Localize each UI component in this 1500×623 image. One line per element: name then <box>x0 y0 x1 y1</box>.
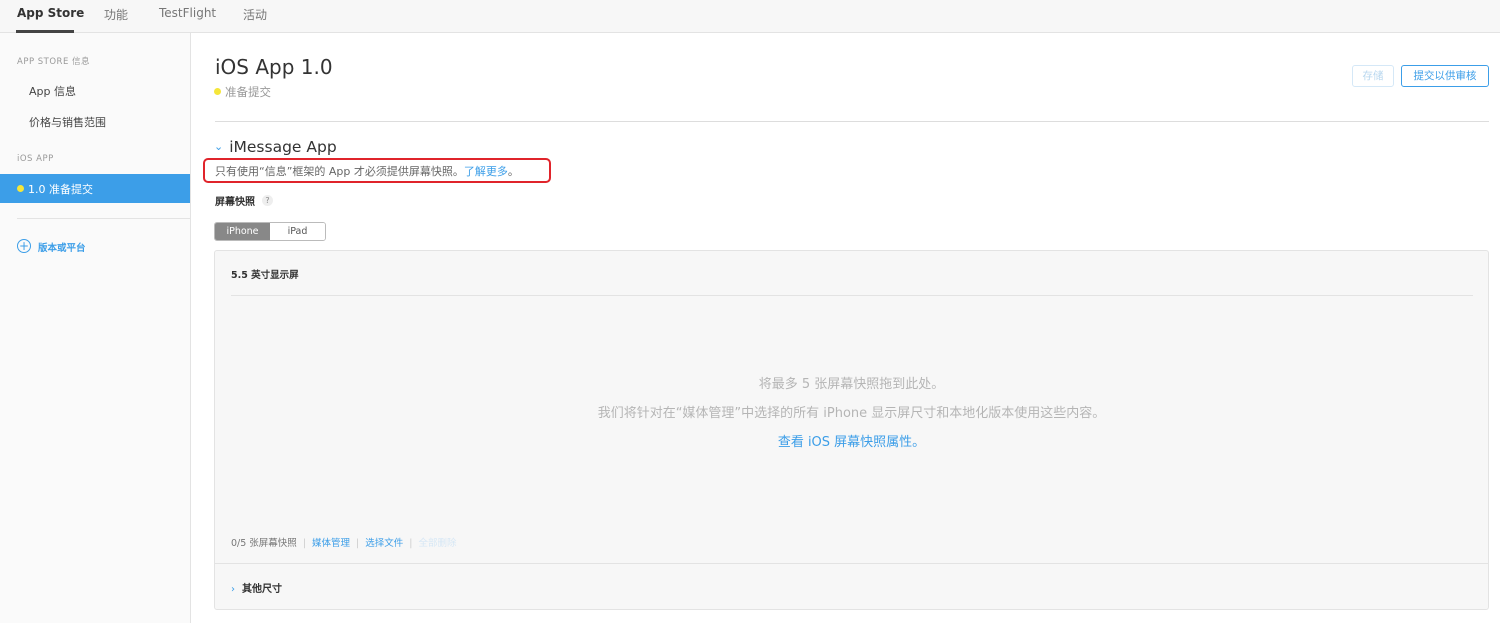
tab-features[interactable]: 功能 <box>104 6 128 23</box>
tab-activity[interactable]: 活动 <box>243 6 267 23</box>
section-toggle-imessage[interactable]: ⌄ iMessage App <box>214 138 337 156</box>
panel-divider <box>231 295 1473 296</box>
other-sizes-label: 其他尺寸 <box>242 584 282 595</box>
panel-title: 5.5 英寸显示屏 <box>231 270 299 281</box>
drop-hint-line2: 我们将针对在“媒体管理”中选择的所有 iPhone 显示屏尺寸和本地化版本使用这… <box>597 406 1106 421</box>
sidebar: APP STORE 信息 App 信息 价格与销售范围 iOS APP 1.0 … <box>0 33 191 623</box>
save-button[interactable]: 存储 <box>1352 65 1394 87</box>
chevron-right-icon: › <box>231 584 235 595</box>
top-nav: App Store 功能 TestFlight 活动 <box>0 0 1500 33</box>
other-sizes-toggle[interactable]: › 其他尺寸 <box>231 580 282 595</box>
notice-period: 。 <box>507 165 519 178</box>
sidebar-section-app-store: APP STORE 信息 <box>17 57 91 67</box>
tab-app-store[interactable]: App Store <box>17 6 84 20</box>
screenshot-properties-link[interactable]: 查看 iOS 屏幕快照属性。 <box>214 431 1489 450</box>
sidebar-item-pricing[interactable]: 价格与销售范围 <box>29 114 106 130</box>
tab-ipad[interactable]: iPad <box>270 223 325 240</box>
screenshot-count: 0/5 张屏幕快照 <box>231 538 297 549</box>
status-text: 准备提交 <box>225 85 271 99</box>
header-divider <box>215 121 1489 122</box>
submit-for-review-button[interactable]: 提交以供审核 <box>1401 65 1489 87</box>
notice-text: 只有使用“信息”框架的 App 才必须提供屏幕快照。了解更多。 <box>215 163 519 179</box>
separator: | <box>302 538 307 549</box>
help-icon[interactable]: ? <box>262 195 273 206</box>
sidebar-section-ios: iOS APP <box>17 154 54 164</box>
learn-more-link[interactable]: 了解更多 <box>464 165 508 178</box>
choose-file-link[interactable]: 选择文件 <box>365 535 403 549</box>
status-dot-icon <box>214 88 221 95</box>
panel-divider <box>215 563 1488 564</box>
section-title: iMessage App <box>229 138 337 156</box>
tab-testflight[interactable]: TestFlight <box>159 6 216 20</box>
delete-all-link[interactable]: 全部删除 <box>418 535 456 549</box>
chevron-down-icon: ⌄ <box>214 140 224 153</box>
screenshot-drop-panel[interactable] <box>214 250 1489 610</box>
separator: | <box>409 538 413 549</box>
panel-footer: 0/5 张屏幕快照 | 媒体管理 | 选择文件 | 全部删除 <box>231 535 456 549</box>
drop-hint-line1: 将最多 5 张屏幕快照拖到此处。 <box>758 377 945 392</box>
sidebar-item-app-info[interactable]: App 信息 <box>29 83 76 99</box>
media-manager-link[interactable]: 媒体管理 <box>312 535 350 549</box>
tab-iphone[interactable]: iPhone <box>215 223 270 240</box>
status-badge: 准备提交 <box>214 84 271 100</box>
sidebar-item-version[interactable]: 1.0 准备提交 <box>0 174 190 203</box>
screenshots-label: 屏幕快照 <box>215 197 255 208</box>
plus-circle-icon: + <box>17 239 31 253</box>
sidebar-divider <box>17 218 190 219</box>
device-segmented-control: iPhone iPad <box>214 222 326 241</box>
page-title: iOS App 1.0 <box>215 55 333 79</box>
notice-message: 只有使用“信息”框架的 App 才必须提供屏幕快照。 <box>215 165 464 178</box>
sidebar-item-version-label: 1.0 准备提交 <box>28 183 93 196</box>
separator: | <box>356 538 360 549</box>
add-version-label: 版本或平台 <box>38 243 86 254</box>
status-dot-icon <box>17 185 24 192</box>
